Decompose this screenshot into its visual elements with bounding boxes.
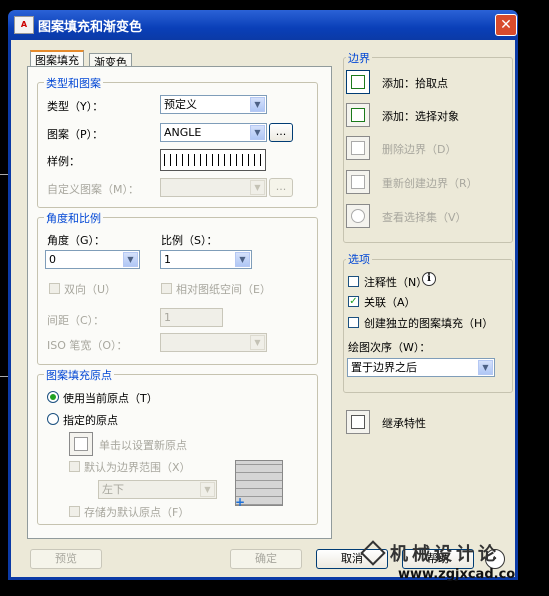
relative-paperspace-checkbox[interactable] bbox=[161, 283, 172, 294]
radio-dot bbox=[50, 394, 56, 400]
close-button[interactable]: ✕ bbox=[495, 14, 517, 36]
remove-boundaries-button[interactable] bbox=[346, 136, 370, 160]
chevron-down-icon[interactable]: ▼ bbox=[200, 482, 215, 497]
double-checkbox[interactable] bbox=[49, 283, 60, 294]
magnifier-icon bbox=[351, 209, 365, 223]
draw-order-label: 绘图次序（W）： bbox=[348, 341, 431, 354]
type-pattern-title: 类型和图案 bbox=[44, 75, 103, 91]
boundaries-title: 边界 bbox=[346, 50, 372, 66]
sample-label: 样例： bbox=[47, 155, 80, 168]
relative-paperspace-label: 相对图纸空间（E） bbox=[176, 283, 271, 296]
view-selections-label: 查看选择集（V） bbox=[382, 211, 467, 224]
associative-checkbox[interactable]: ✓ bbox=[348, 296, 359, 307]
type-select[interactable]: 预定义 ▼ bbox=[160, 95, 267, 114]
window-title: 图案填充和渐变色 bbox=[38, 20, 143, 35]
add-select-objects-button[interactable] bbox=[346, 103, 370, 127]
extent-select[interactable]: 左下 ▼ bbox=[98, 480, 217, 499]
associative-label: 关联（A） bbox=[364, 296, 416, 309]
specified-origin-radio[interactable] bbox=[47, 413, 59, 425]
default-extent-checkbox[interactable] bbox=[69, 461, 80, 472]
extent-value: 左下 bbox=[102, 483, 124, 496]
custom-browse-button[interactable]: ... bbox=[269, 178, 293, 197]
watermark-title: 机械设计论 bbox=[390, 544, 500, 565]
click-set-origin-label: 单击以设置新原点 bbox=[99, 439, 187, 452]
view-selections-button[interactable] bbox=[346, 204, 370, 228]
chevron-down-icon[interactable]: ▼ bbox=[250, 180, 265, 195]
chevron-down-icon[interactable]: ▼ bbox=[478, 360, 493, 375]
store-default-checkbox[interactable] bbox=[69, 506, 80, 517]
chevron-down-icon[interactable]: ▼ bbox=[250, 125, 265, 140]
app-icon: A bbox=[14, 16, 34, 34]
recreate-boundary-label: 重新创建边界（R） bbox=[382, 177, 478, 190]
origin-preview-icon: + bbox=[235, 460, 283, 509]
pattern-label: 图案（P）： bbox=[47, 128, 104, 141]
pick-points-icon bbox=[351, 75, 365, 89]
remove-boundary-icon bbox=[351, 141, 365, 155]
annotative-checkbox[interactable] bbox=[348, 276, 359, 287]
type-label: 类型（Y）： bbox=[47, 100, 104, 113]
hatch-origin-title: 图案填充原点 bbox=[44, 367, 114, 383]
recreate-boundary-button[interactable] bbox=[346, 170, 370, 194]
specified-origin-label: 指定的原点 bbox=[63, 414, 118, 427]
inherit-properties-label: 继承特性 bbox=[382, 417, 426, 430]
preview-button[interactable]: 预览 bbox=[30, 549, 102, 569]
custom-pattern-label: 自定义图案（M）： bbox=[47, 183, 139, 196]
scale-label: 比例（S）： bbox=[161, 234, 218, 247]
use-current-origin-radio[interactable] bbox=[47, 391, 59, 403]
default-extent-label: 默认为边界范围（X） bbox=[84, 461, 191, 474]
crosshair-icon bbox=[74, 437, 88, 451]
title-bar[interactable]: A 图案填充和渐变色 ✕ bbox=[8, 10, 518, 40]
iso-penwidth-label: ISO 笔宽（O）： bbox=[47, 339, 128, 352]
angle-scale-title: 角度和比例 bbox=[44, 210, 103, 226]
add-select-objects-label: 添加：选择对象 bbox=[382, 110, 459, 123]
spacing-input[interactable]: 1 bbox=[160, 308, 223, 327]
inherit-properties-button[interactable] bbox=[346, 410, 370, 434]
separate-hatches-checkbox[interactable] bbox=[348, 317, 359, 328]
scale-value: 1 bbox=[164, 253, 171, 266]
add-pick-points-button[interactable] bbox=[346, 70, 370, 94]
options-title: 选项 bbox=[346, 251, 372, 267]
separate-hatches-label: 创建独立的图案填充（H） bbox=[364, 317, 494, 330]
use-current-origin-label: 使用当前原点（T） bbox=[63, 392, 158, 405]
sample-pattern-preview bbox=[164, 154, 262, 166]
pattern-browse-button[interactable]: ... bbox=[269, 123, 293, 142]
pattern-value: ANGLE bbox=[164, 126, 202, 139]
add-pick-points-label: 添加：拾取点 bbox=[382, 77, 448, 90]
spacing-value: 1 bbox=[164, 311, 171, 324]
annotative-label: 注释性（N） bbox=[364, 276, 428, 289]
remove-boundaries-label: 删除边界（D） bbox=[382, 143, 457, 156]
draw-order-value: 置于边界之后 bbox=[351, 361, 417, 374]
set-origin-button[interactable] bbox=[69, 432, 93, 456]
recreate-boundary-icon bbox=[351, 175, 365, 189]
watermark-url: www.zgjxcad.co bbox=[398, 567, 516, 582]
inherit-brush-icon bbox=[351, 415, 365, 429]
ok-button[interactable]: 确定 bbox=[230, 549, 302, 569]
angle-value: 0 bbox=[49, 253, 56, 266]
chevron-down-icon[interactable]: ▼ bbox=[235, 252, 250, 267]
pattern-select[interactable]: ANGLE ▼ bbox=[160, 123, 267, 142]
store-default-label: 存储为默认原点（F） bbox=[84, 506, 190, 519]
angle-select[interactable]: 0 ▼ bbox=[45, 250, 140, 269]
origin-marker: + bbox=[235, 495, 246, 509]
spacing-label: 间距（C）： bbox=[47, 314, 105, 327]
custom-pattern-select[interactable]: ▼ bbox=[160, 178, 267, 197]
draw-order-select[interactable]: 置于边界之后 ▼ bbox=[347, 358, 495, 377]
sample-swatch[interactable] bbox=[160, 149, 266, 171]
angle-label: 角度（G）： bbox=[47, 234, 106, 247]
double-label: 双向（U） bbox=[64, 283, 117, 296]
chevron-down-icon[interactable]: ▼ bbox=[123, 252, 138, 267]
info-icon[interactable]: i bbox=[422, 272, 436, 286]
scale-select[interactable]: 1 ▼ bbox=[160, 250, 252, 269]
chevron-down-icon[interactable]: ▼ bbox=[250, 97, 265, 112]
chevron-down-icon[interactable]: ▼ bbox=[250, 335, 265, 350]
type-value: 预定义 bbox=[164, 98, 197, 111]
select-objects-icon bbox=[351, 108, 365, 122]
iso-penwidth-select[interactable]: ▼ bbox=[160, 333, 267, 352]
